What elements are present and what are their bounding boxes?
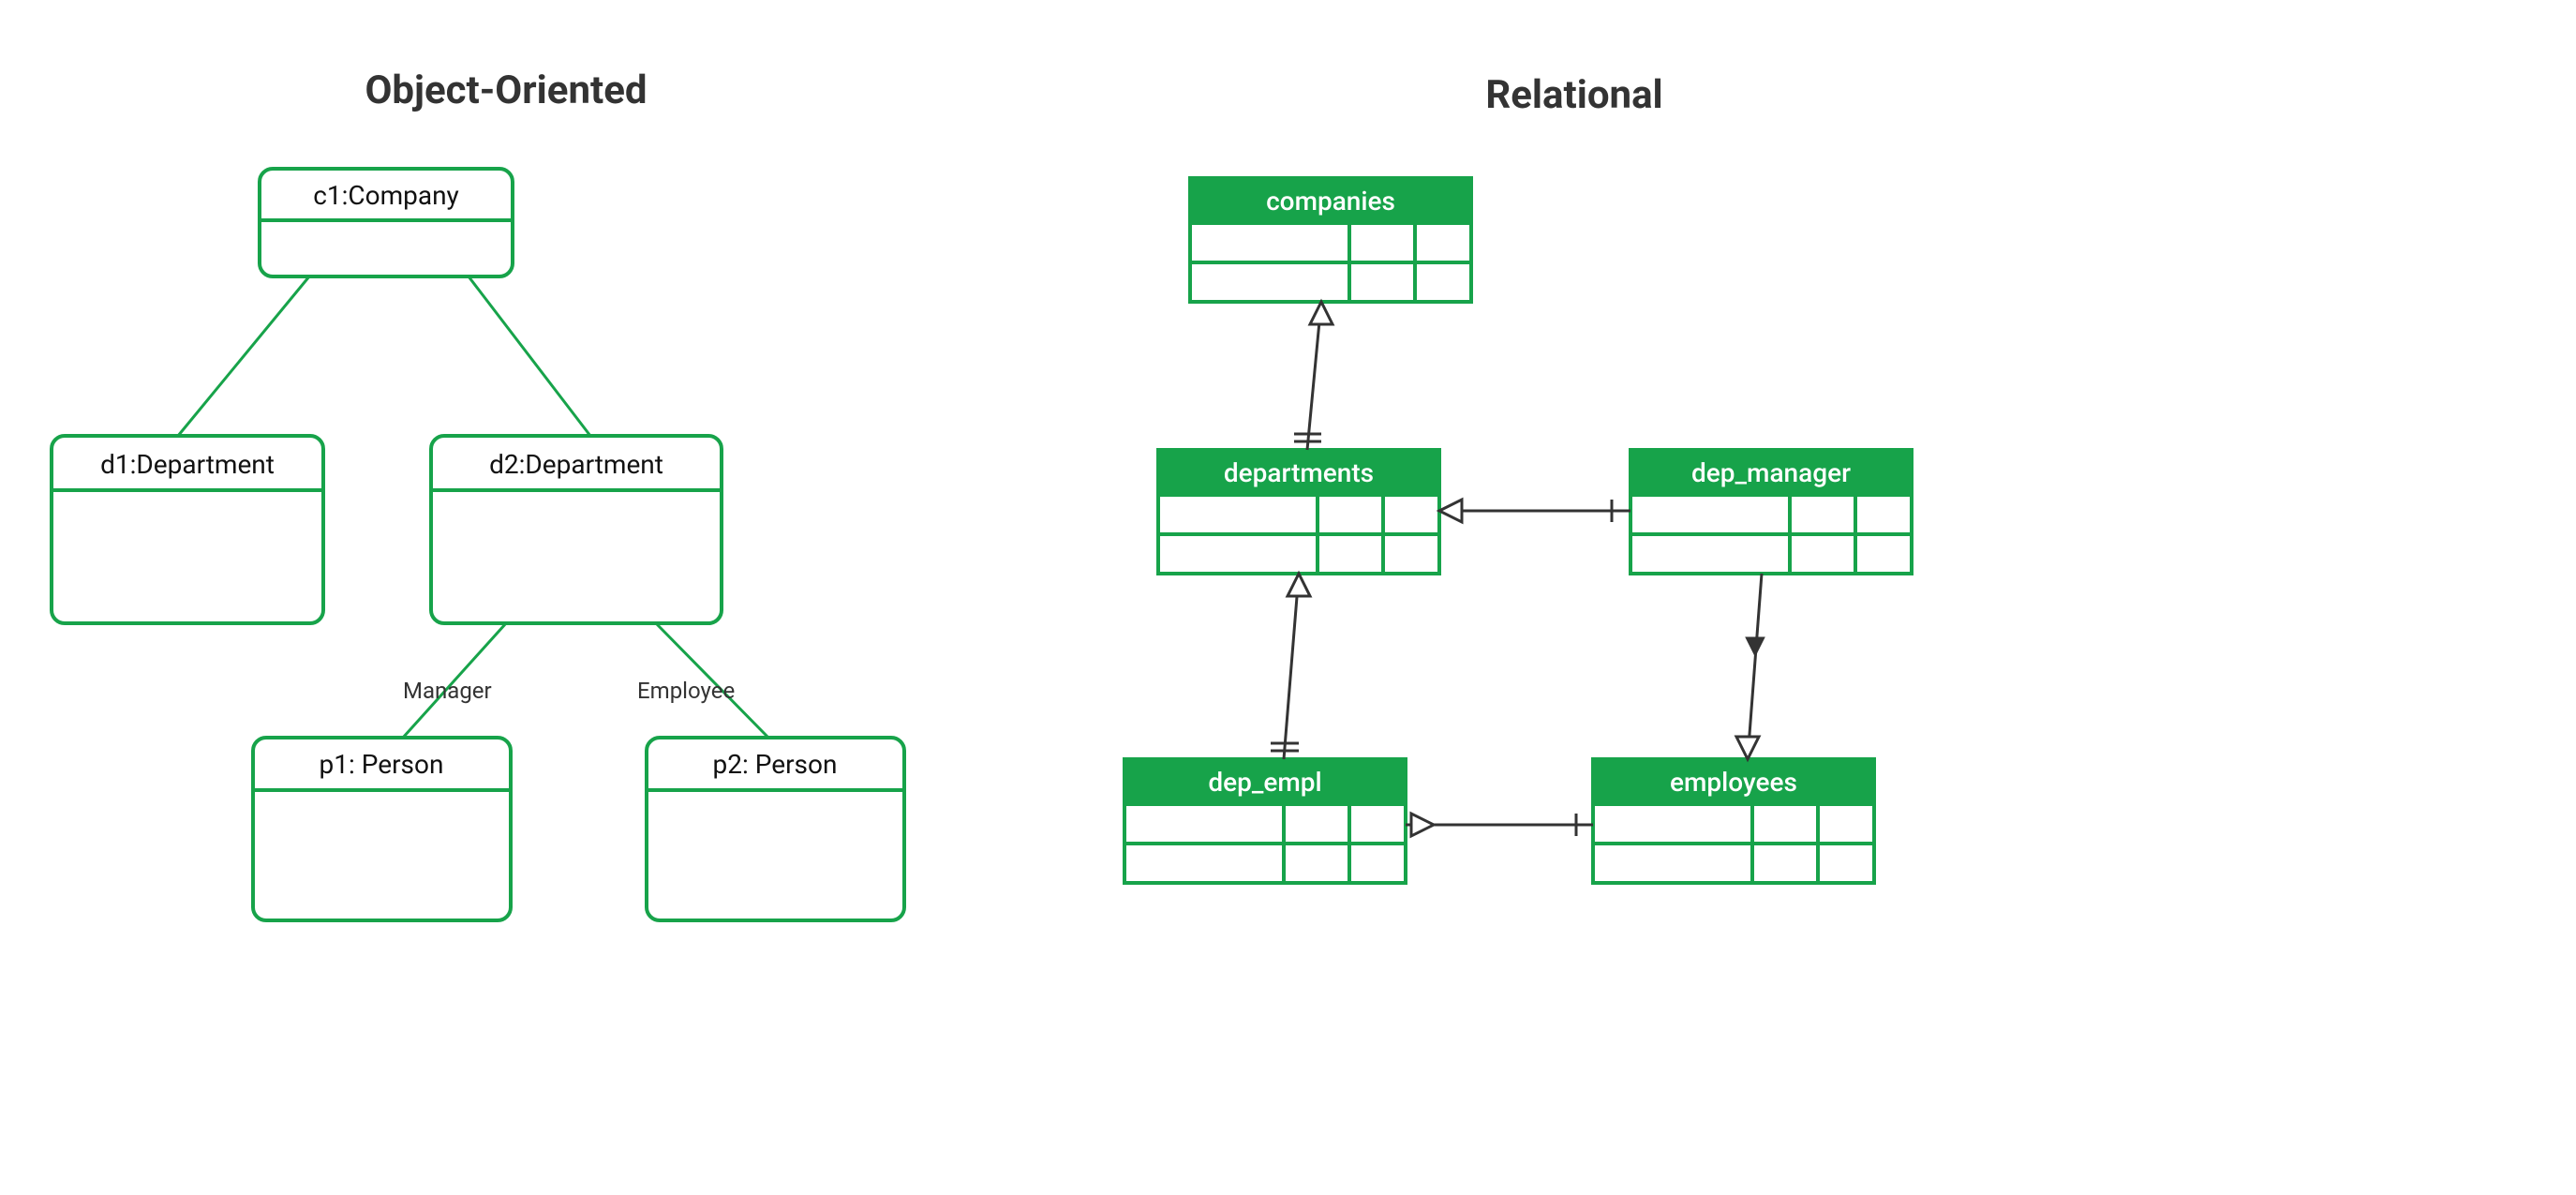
- table-dep-empl: dep_empl: [1124, 759, 1406, 883]
- rel-depempl-departments: [1271, 574, 1310, 759]
- person1-label: p1: Person: [320, 749, 444, 780]
- object-person-1: p1: Person: [253, 738, 511, 920]
- employees-label: employees: [1670, 767, 1797, 798]
- rel-depempl-employees: [1406, 814, 1593, 836]
- diagram-canvas: Object-Oriented c1:Company d1:Department…: [0, 0, 2576, 1195]
- person2-label: p2: Person: [713, 749, 838, 780]
- dep-empl-label: dep_empl: [1208, 767, 1321, 798]
- companies-label: companies: [1266, 186, 1395, 217]
- link-company-d2: [469, 276, 590, 436]
- rel-depmanager-employees: [1736, 574, 1764, 759]
- object-company: c1:Company: [260, 169, 513, 276]
- right-title: Relational: [1485, 72, 1662, 118]
- table-companies: companies: [1190, 178, 1471, 302]
- employee-label: Employee: [637, 678, 735, 704]
- table-dep-manager: dep_manager: [1630, 450, 1912, 574]
- departments-label: departments: [1224, 457, 1374, 488]
- rel-depmanager-departments: [1439, 500, 1630, 522]
- object-person-2: p2: Person: [647, 738, 904, 920]
- dep-manager-label: dep_manager: [1691, 457, 1851, 488]
- dept2-label: d2:Department: [489, 449, 663, 480]
- rel-departments-companies: [1294, 302, 1333, 450]
- object-department-2: d2:Department: [431, 436, 722, 623]
- manager-label: Manager: [403, 678, 492, 704]
- link-company-d1: [178, 276, 309, 436]
- table-departments: departments: [1158, 450, 1439, 574]
- company-label: c1:Company: [313, 180, 459, 211]
- left-title: Object-Oriented: [365, 67, 647, 113]
- dept1-label: d1:Department: [100, 449, 275, 480]
- table-employees: employees: [1593, 759, 1874, 883]
- object-department-1: d1:Department: [52, 436, 323, 623]
